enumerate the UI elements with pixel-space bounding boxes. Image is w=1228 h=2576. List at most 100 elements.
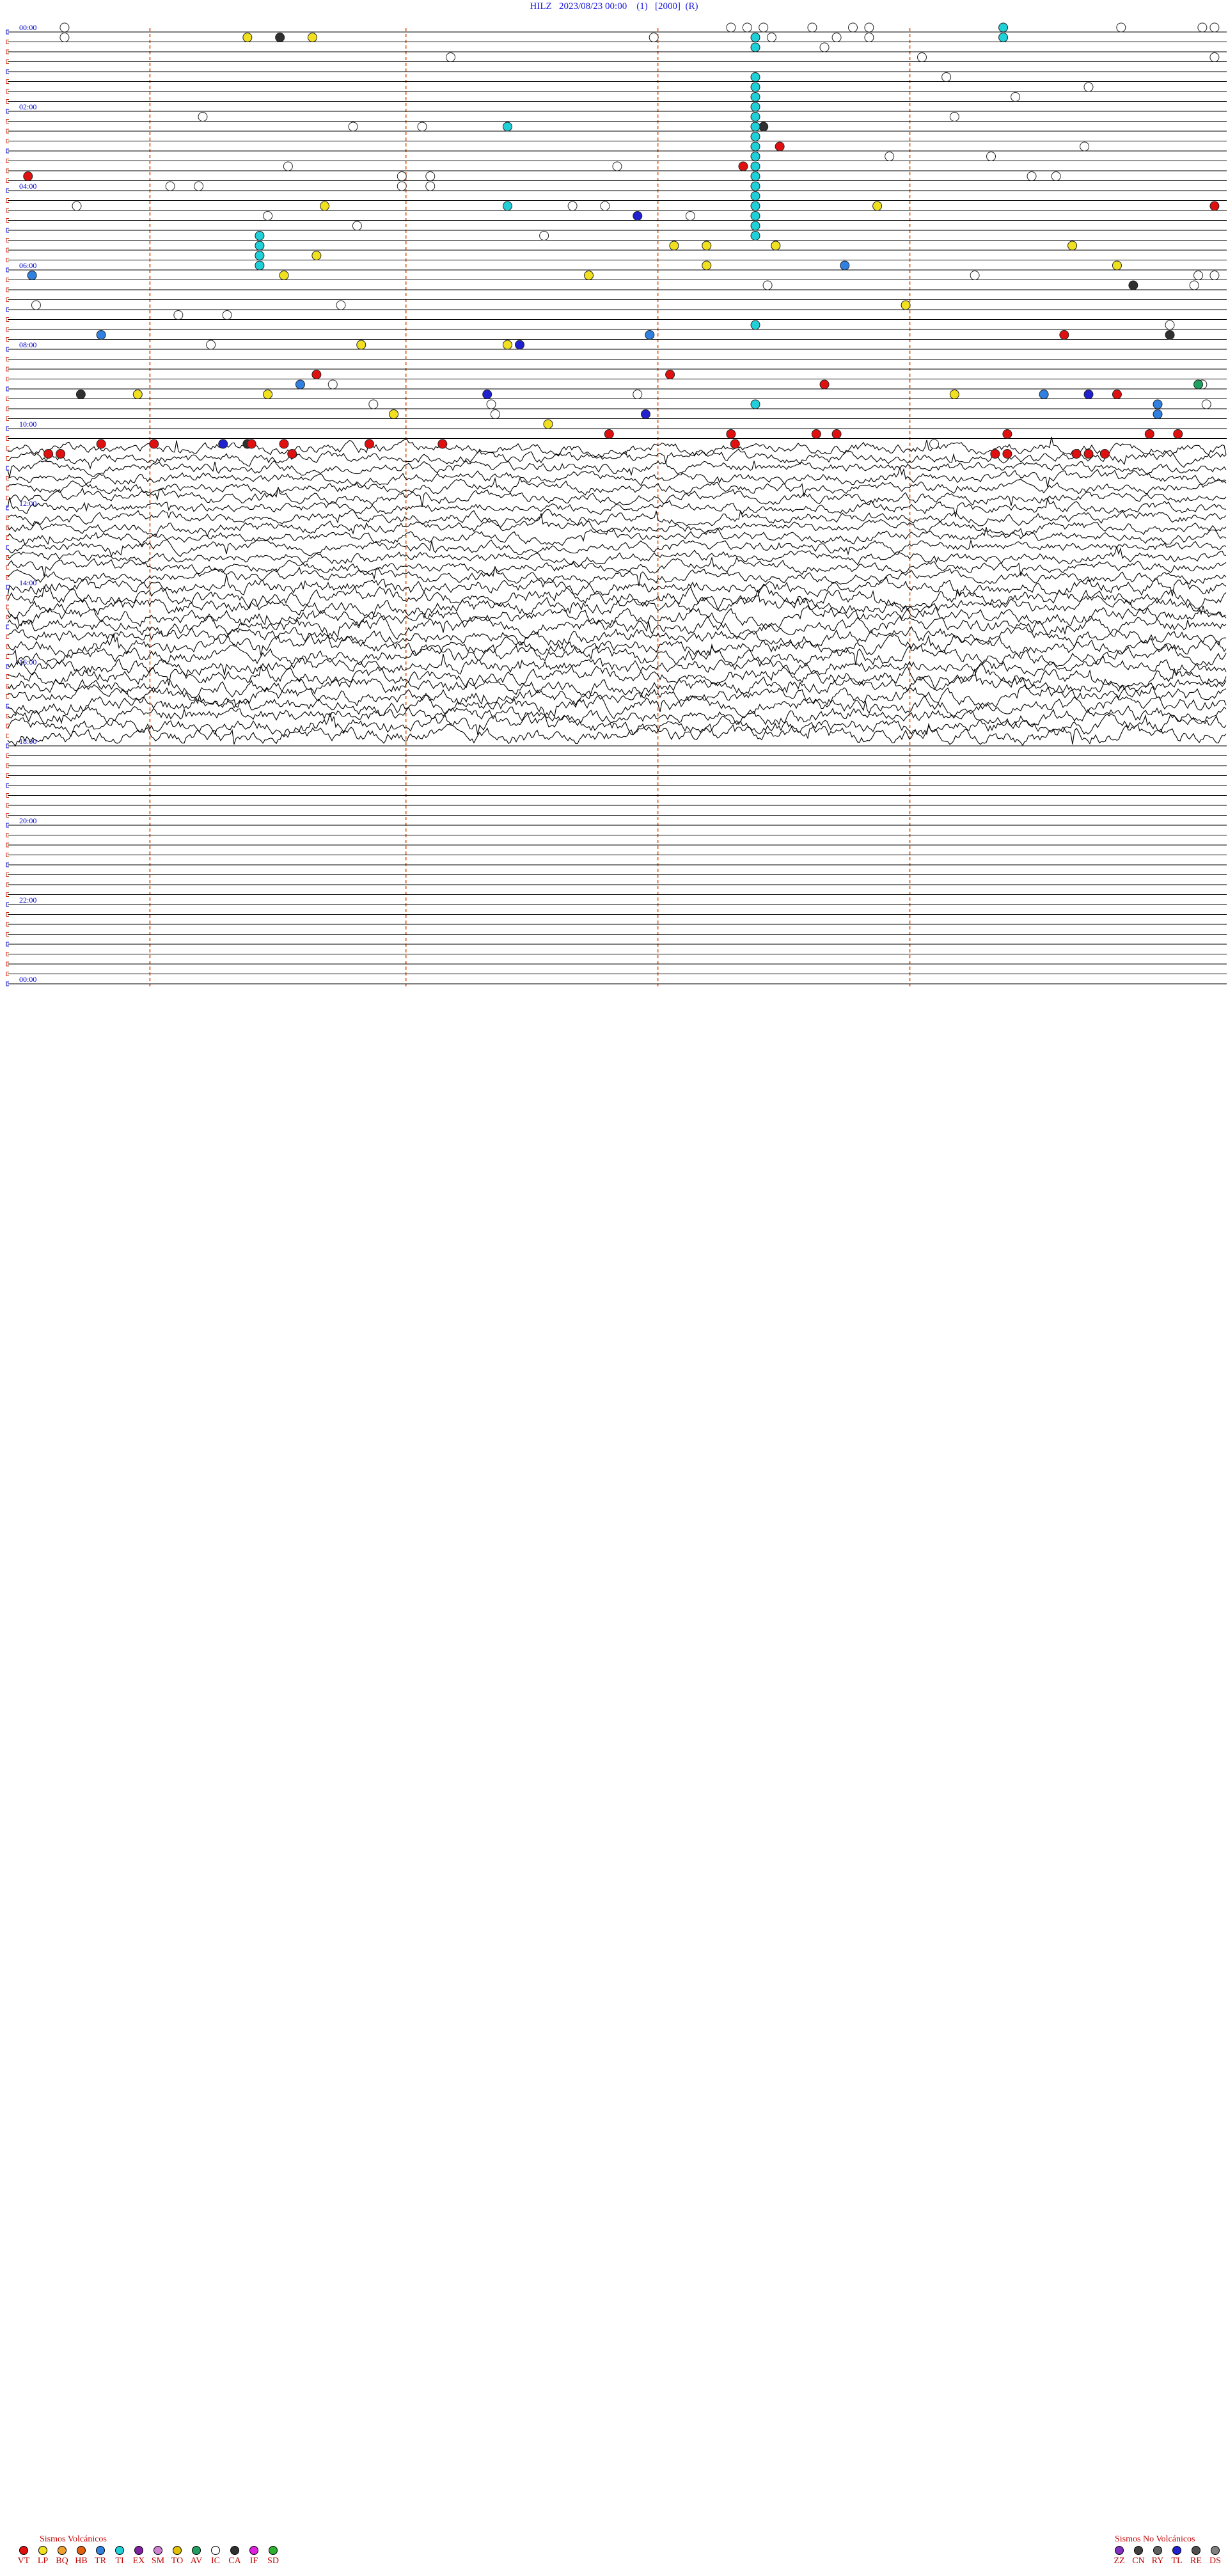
- event-ti-marker: [750, 112, 760, 122]
- event-ti-marker: [255, 260, 265, 271]
- hour-label: 04:00: [19, 182, 36, 191]
- hour-label: 12:00: [19, 499, 36, 508]
- legend-label: AV: [190, 2556, 203, 2566]
- legend-dot: [96, 2546, 105, 2555]
- legend-item-tl: TL: [1167, 2546, 1186, 2566]
- event-ic-marker: [633, 390, 643, 399]
- event-ic-marker: [885, 152, 895, 161]
- legend-dot: [192, 2546, 201, 2555]
- event-ic-marker: [198, 112, 208, 122]
- event-ic-marker: [612, 161, 622, 171]
- seismic-traces: [7, 31, 1227, 984]
- seismic-trace: [7, 436, 1227, 458]
- event-ic-marker: [864, 33, 874, 42]
- event-ti-marker: [750, 201, 760, 211]
- event-ic-marker: [425, 181, 436, 191]
- event-ti-marker: [750, 191, 760, 201]
- legend-item-if: IF: [244, 2546, 264, 2566]
- row-tick: [6, 446, 9, 451]
- event-vt-marker: [831, 429, 842, 439]
- event-ti-marker: [750, 211, 760, 221]
- event-ic-marker: [1080, 141, 1090, 152]
- event-ic-marker: [929, 439, 940, 449]
- event-tl-marker: [1083, 390, 1094, 399]
- legend-label: TO: [171, 2556, 184, 2566]
- event-ic-marker: [759, 22, 769, 33]
- event-ic-marker: [352, 221, 362, 231]
- event-ca-marker: [1165, 330, 1175, 340]
- event-ti-marker: [750, 231, 760, 241]
- event-ti-marker: [750, 122, 760, 132]
- event-ic-marker: [1193, 271, 1204, 280]
- event-vt-marker: [23, 171, 33, 181]
- row-tick: [6, 604, 9, 610]
- event-ti-marker: [750, 82, 760, 92]
- event-ic-marker: [283, 161, 293, 171]
- legend-label: TR: [95, 2556, 106, 2566]
- event-lp-marker: [308, 33, 317, 42]
- seismic-trace: [7, 642, 1227, 667]
- event-vt-marker: [287, 449, 297, 459]
- legend-label: TL: [1171, 2556, 1183, 2566]
- legend-item-ds: DS: [1206, 2546, 1225, 2566]
- legend-dot: [134, 2546, 143, 2555]
- legend-label: RE: [1190, 2556, 1202, 2566]
- seismic-trace: [7, 713, 1227, 739]
- event-lp-marker: [702, 241, 712, 251]
- event-lp-marker: [132, 390, 143, 399]
- legend-item-sm: SM: [148, 2546, 168, 2566]
- event-ic-marker: [970, 271, 980, 280]
- event-ti-marker: [750, 221, 760, 231]
- event-vt-marker: [1144, 429, 1154, 439]
- seismic-trace: [7, 513, 1227, 537]
- row-ticks: [6, 29, 9, 986]
- event-ti-marker: [750, 181, 760, 191]
- hour-label: 00:00: [19, 23, 36, 32]
- event-vt-marker: [1209, 201, 1220, 211]
- legend-label: BQ: [56, 2556, 68, 2566]
- event-ic-marker: [819, 42, 830, 52]
- event-vt-marker: [246, 439, 256, 449]
- legend-item-av: AV: [187, 2546, 206, 2566]
- event-tl-marker: [482, 390, 492, 399]
- event-ic-marker: [263, 211, 273, 221]
- event-vt-marker: [1083, 449, 1094, 459]
- legend-item-hb: HB: [72, 2546, 91, 2566]
- seismic-trace: [7, 509, 1227, 528]
- event-ic-marker: [59, 33, 70, 42]
- event-av-marker: [1193, 379, 1204, 390]
- event-ic-marker: [539, 231, 549, 241]
- event-ic-marker: [59, 22, 70, 33]
- event-ca-marker: [1128, 280, 1138, 290]
- legend-dot: [58, 2546, 67, 2555]
- event-ti-marker: [750, 399, 760, 409]
- row-tick: [6, 585, 9, 590]
- seismic-trace: [7, 633, 1227, 660]
- event-ti-marker: [998, 22, 1009, 33]
- event-ca-marker: [759, 122, 769, 132]
- legend-label: SM: [151, 2556, 165, 2566]
- legend-label: LP: [37, 2556, 49, 2566]
- event-ti-marker: [255, 241, 265, 251]
- legend-item-re: RE: [1186, 2546, 1206, 2566]
- seismic-trace: [7, 526, 1227, 546]
- legend-nonvolcanic-items: ZZ CN RY TL RE DS: [1110, 2546, 1225, 2566]
- event-tl-marker: [515, 340, 525, 350]
- hour-label: 18:00: [19, 737, 36, 746]
- legend-dot: [154, 2546, 162, 2555]
- event-vt-marker: [665, 370, 675, 379]
- legend-nonvolcanic-title: Sismos No Volcánicos: [1115, 2534, 1195, 2544]
- event-vt-marker: [738, 161, 748, 171]
- event-ic-marker: [31, 300, 41, 310]
- legend-item-to: TO: [168, 2546, 187, 2566]
- event-ic-marker: [917, 52, 927, 62]
- event-ic-marker: [567, 201, 578, 211]
- event-tr-marker: [295, 379, 305, 390]
- hour-labels: 00:00 02:00 04:00 06:00 08:00 10:00 12:00 14:00…: [19, 23, 36, 984]
- event-vt-marker: [364, 439, 374, 449]
- legend-label: CN: [1132, 2556, 1145, 2566]
- event-vt-marker: [1112, 390, 1122, 399]
- event-tl-marker: [218, 439, 228, 449]
- event-ca-marker: [75, 390, 86, 399]
- helicorder-plot: 00:00 02:00 04:00 06:00 08:00 10:00 12:00 14:00…: [6, 22, 1227, 986]
